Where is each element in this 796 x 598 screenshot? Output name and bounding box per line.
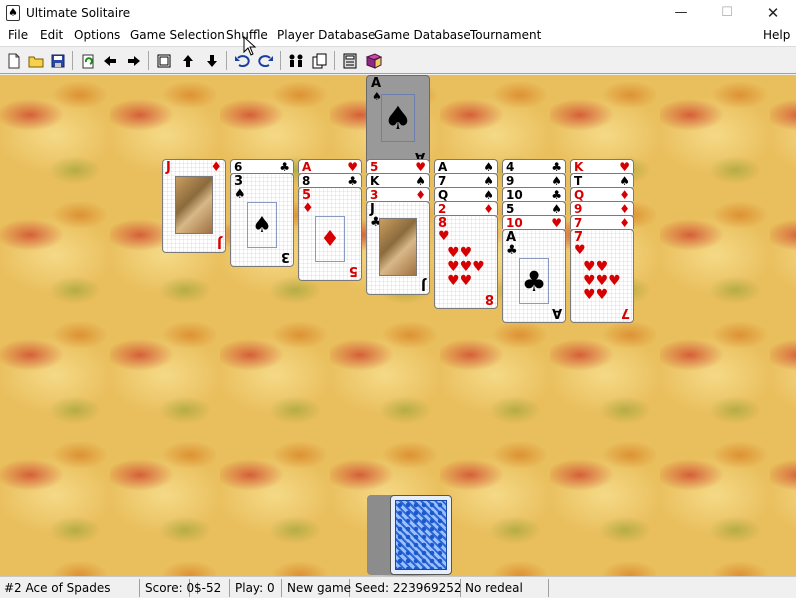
new-icon[interactable]: [4, 51, 24, 70]
card-peek[interactable]: 4 ♣: [502, 159, 566, 174]
status-bar: #2 Ace of Spades Score: 0 $-52 Play: 0 N…: [0, 576, 796, 598]
playing-card[interactable]: 3 ♠ ♠ 3: [230, 173, 294, 267]
menu-bar: File Edit Options Game Selection Shuffle…: [0, 26, 796, 46]
card-peek[interactable]: K ♥: [570, 159, 634, 174]
toolbar: [0, 46, 796, 74]
card-peek[interactable]: Q ♦: [570, 187, 634, 202]
card-peek[interactable]: 9 ♠: [502, 173, 566, 188]
card-peek[interactable]: 7 ♦: [570, 215, 634, 230]
app-spade-icon: ♠: [6, 5, 20, 21]
card-pips: ♠: [247, 202, 277, 248]
menu-edit[interactable]: Edit: [40, 28, 63, 42]
menu-help[interactable]: Help: [763, 28, 790, 42]
players-icon[interactable]: [286, 51, 306, 70]
menu-tournament[interactable]: Tournament: [470, 28, 541, 42]
window-title: Ultimate Solitaire: [26, 6, 131, 20]
menu-game-selection[interactable]: Game Selection: [130, 28, 225, 42]
status-redeal: No redeal: [461, 579, 549, 597]
maximize-button[interactable]: ☐: [704, 0, 750, 26]
card-peek[interactable]: A ♥: [298, 159, 362, 174]
redo-icon[interactable]: [256, 51, 276, 70]
playing-card[interactable]: J ♦ J: [162, 159, 226, 253]
menu-player-database[interactable]: Player Database: [277, 28, 375, 42]
card-peek[interactable]: T ♠: [570, 173, 634, 188]
card-rank: J: [166, 160, 171, 175]
card-peek[interactable]: K ♠: [366, 173, 430, 188]
card-peek[interactable]: 2 ♦: [434, 201, 498, 216]
status-score: Score: 0: [141, 579, 194, 597]
status-seed: Seed: 223969252: [351, 579, 462, 597]
redeal-icon[interactable]: [78, 51, 98, 70]
menu-file[interactable]: File: [8, 28, 28, 42]
save-icon[interactable]: [48, 51, 68, 70]
open-icon[interactable]: [26, 51, 46, 70]
playing-card[interactable]: 5 ♦ ♦ 5: [298, 187, 362, 281]
card-suit: ♠: [234, 187, 246, 202]
forward-arrow-icon[interactable]: [124, 51, 144, 70]
status-empty-pane: [550, 579, 796, 597]
card-rank-bottom: 3: [280, 249, 290, 264]
card-pips: ♥♥ ♥♥♥ ♥♥: [447, 245, 485, 289]
back-arrow-icon[interactable]: [100, 51, 120, 70]
card-peek[interactable]: 9 ♦: [570, 201, 634, 216]
card-peek[interactable]: A ♠: [434, 159, 498, 174]
card-rank-bottom: 5: [348, 263, 358, 278]
card-rank-bottom: 8: [484, 291, 494, 306]
status-money: $-52: [190, 579, 230, 597]
club-icon: ♣: [519, 258, 549, 304]
minimize-button[interactable]: —: [658, 0, 704, 26]
card-suit: ♣: [506, 243, 518, 258]
card-peek[interactable]: 10 ♥: [502, 215, 566, 230]
play-area[interactable]: A ♠ ♠ A J ♦ J 6 ♣ 3 ♠ ♠ 3 A ♥ 8 ♣ 5 ♦ ♦ …: [0, 75, 796, 576]
down-arrow-icon[interactable]: [202, 51, 222, 70]
playing-card[interactable]: 7 ♥ ♥♥ ♥♥♥ ♥♥ 7: [570, 229, 634, 323]
card-peek[interactable]: 6 ♣: [230, 159, 294, 174]
card-peek[interactable]: 5 ♥: [366, 159, 430, 174]
card-suit: ♦: [302, 201, 314, 216]
toolbar-divider: [280, 51, 281, 70]
status-play: Play: 0: [231, 579, 282, 597]
menu-game-database[interactable]: Game Database: [374, 28, 471, 42]
card-pips: ♥♥ ♥♥♥ ♥♥: [583, 259, 621, 303]
playing-card[interactable]: A ♣ ♣ A: [502, 229, 566, 323]
card-peek[interactable]: Q ♠: [434, 187, 498, 202]
card-pips: ♦: [315, 216, 345, 262]
toolbar-divider: [72, 51, 73, 70]
toolbar-divider: [334, 51, 335, 70]
card-rank-bottom: J: [217, 235, 222, 250]
card-suit: ♥: [574, 243, 586, 258]
card-peek[interactable]: 5 ♠: [502, 201, 566, 216]
playing-card[interactable]: 8 ♥ ♥♥ ♥♥♥ ♥♥ 8: [434, 215, 498, 309]
tournament-icon[interactable]: [310, 51, 330, 70]
title-bar: ♠ Ultimate Solitaire — ☐ ✕: [0, 0, 796, 26]
card-suit: ♥: [438, 229, 450, 244]
card-rank-bottom: 7: [620, 305, 630, 320]
book-icon[interactable]: [364, 51, 384, 70]
face-card-portrait: [175, 176, 213, 234]
card-peek[interactable]: 3 ♦: [366, 187, 430, 202]
card-peek[interactable]: 10 ♣: [502, 187, 566, 202]
up-arrow-icon[interactable]: [178, 51, 198, 70]
close-button[interactable]: ✕: [750, 0, 796, 26]
card-rank-bottom: A: [551, 305, 562, 320]
foundation-rank: A: [371, 76, 382, 91]
card-rank-bottom: J: [421, 277, 426, 292]
calculator-icon[interactable]: [340, 51, 360, 70]
card-back-pattern: [395, 500, 447, 570]
card-peek[interactable]: 7 ♠: [434, 173, 498, 188]
menu-options[interactable]: Options: [74, 28, 120, 42]
card-peek[interactable]: 8 ♣: [298, 173, 362, 188]
toolbar-divider: [148, 51, 149, 70]
status-card: #2 Ace of Spades: [0, 579, 140, 597]
status-game-state: New game: [283, 579, 351, 597]
foundation-pile[interactable]: A ♠ ♠ A: [366, 75, 430, 167]
deck-icon[interactable]: [154, 51, 174, 70]
card-suit: ♦: [210, 160, 222, 175]
stock-pile[interactable]: [390, 495, 452, 575]
playing-card[interactable]: J ♣ J: [366, 201, 430, 295]
toolbar-divider: [226, 51, 227, 70]
spade-icon: ♠: [381, 94, 415, 142]
face-card-portrait: [379, 218, 417, 276]
